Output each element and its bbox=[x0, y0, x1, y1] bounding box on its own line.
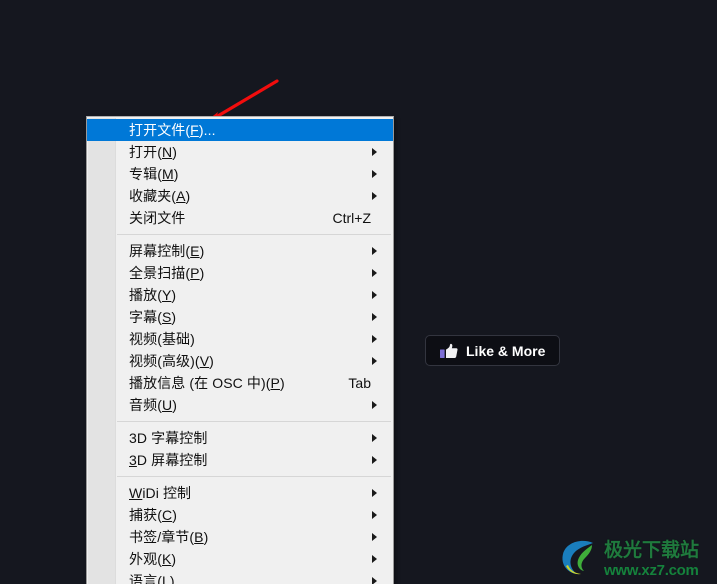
menu-close-file[interactable]: 关闭文件 Ctrl+Z bbox=[87, 207, 393, 229]
menu-open[interactable]: 打开(N) bbox=[87, 141, 393, 163]
submenu-arrow-icon bbox=[372, 357, 377, 365]
site-watermark: 极光下载站 www.xz7.com bbox=[558, 536, 710, 582]
menu-favorites[interactable]: 收藏夹(A) bbox=[87, 185, 393, 207]
submenu-arrow-icon bbox=[372, 533, 377, 541]
menu-3d-screen-control[interactable]: 3D 屏幕控制 bbox=[87, 449, 393, 471]
menu-panorama-scan[interactable]: 全景扫描(P) bbox=[87, 262, 393, 284]
menu-separator bbox=[117, 234, 391, 235]
menu-playback[interactable]: 播放(Y) bbox=[87, 284, 393, 306]
submenu-arrow-icon bbox=[372, 434, 377, 442]
like-and-more-button[interactable]: Like & More bbox=[425, 335, 561, 366]
menu-item-label: 字幕(S) bbox=[129, 309, 177, 325]
menu-item-label: 视频(基础) bbox=[129, 331, 195, 347]
submenu-arrow-icon bbox=[372, 489, 377, 497]
menu-item-label: 书签/章节(B) bbox=[129, 529, 209, 545]
context-menu[interactable]: 打开文件(F)... 打开(N) 专辑(M) 收藏夹(A) 关闭文件 Ctrl+Z 屏幕控制… bbox=[86, 116, 394, 584]
submenu-arrow-icon bbox=[372, 170, 377, 178]
submenu-arrow-icon bbox=[372, 456, 377, 464]
watermark-url: www.xz7.com bbox=[604, 561, 699, 579]
menu-audio[interactable]: 音频(U) bbox=[87, 394, 393, 416]
menu-item-label: 屏幕控制(E) bbox=[129, 243, 205, 259]
menu-separator bbox=[117, 476, 391, 477]
menu-item-label: 音频(U) bbox=[129, 397, 177, 413]
menu-item-label: 视频(高级)(V) bbox=[129, 353, 214, 369]
menu-open-file[interactable]: 打开文件(F)... bbox=[87, 119, 393, 141]
like-and-more-label: Like & More bbox=[466, 342, 546, 359]
menu-widi-control[interactable]: WiDi 控制 bbox=[87, 482, 393, 504]
watermark-text: 极光下载站 www.xz7.com bbox=[604, 541, 699, 578]
menu-item-label: 全景扫描(P) bbox=[129, 265, 205, 281]
menu-appearance[interactable]: 外观(K) bbox=[87, 548, 393, 570]
submenu-arrow-icon bbox=[372, 335, 377, 343]
thumbs-up-icon bbox=[440, 343, 458, 359]
menu-item-label: 3D 屏幕控制 bbox=[129, 452, 208, 468]
menu-capture[interactable]: 捕获(C) bbox=[87, 504, 393, 526]
menu-separator bbox=[117, 421, 391, 422]
menu-item-shortcut: Tab bbox=[348, 375, 371, 391]
menu-item-shortcut: Ctrl+Z bbox=[332, 210, 372, 226]
menu-item-label: 3D 字幕控制 bbox=[129, 430, 208, 446]
submenu-arrow-icon bbox=[372, 401, 377, 409]
menu-screen-control[interactable]: 屏幕控制(E) bbox=[87, 240, 393, 262]
menu-item-label: 关闭文件 bbox=[129, 210, 186, 226]
menu-item-label: 捕获(C) bbox=[129, 507, 177, 523]
menu-video-advanced[interactable]: 视频(高级)(V) bbox=[87, 350, 393, 372]
menu-item-label: 播放(Y) bbox=[129, 287, 177, 303]
submenu-arrow-icon bbox=[372, 555, 377, 563]
submenu-arrow-icon bbox=[372, 313, 377, 321]
submenu-arrow-icon bbox=[372, 148, 377, 156]
menu-subtitles[interactable]: 字幕(S) bbox=[87, 306, 393, 328]
menu-item-label: 外观(K) bbox=[129, 551, 177, 567]
menu-item-label: 语言(L) bbox=[129, 573, 175, 584]
menu-item-label: 打开文件(F)... bbox=[129, 122, 216, 138]
menu-item-label: 专辑(M) bbox=[129, 166, 179, 182]
menu-3d-subtitle-control[interactable]: 3D 字幕控制 bbox=[87, 427, 393, 449]
menu-item-label: WiDi 控制 bbox=[129, 485, 192, 501]
menu-item-label: 收藏夹(A) bbox=[129, 188, 191, 204]
menu-language[interactable]: 语言(L) bbox=[87, 570, 393, 584]
menu-item-label: 播放信息 (在 OSC 中)(P) bbox=[129, 375, 285, 391]
menu-item-label: 打开(N) bbox=[129, 144, 177, 160]
submenu-arrow-icon bbox=[372, 269, 377, 277]
submenu-arrow-icon bbox=[372, 511, 377, 519]
menu-video-basic[interactable]: 视频(基础) bbox=[87, 328, 393, 350]
menu-bookmark-chapter[interactable]: 书签/章节(B) bbox=[87, 526, 393, 548]
submenu-arrow-icon bbox=[372, 192, 377, 200]
menu-playback-info[interactable]: 播放信息 (在 OSC 中)(P) Tab bbox=[87, 372, 393, 394]
jiguang-logo-icon bbox=[558, 536, 600, 583]
submenu-arrow-icon bbox=[372, 247, 377, 255]
watermark-brand: 极光下载站 bbox=[604, 539, 700, 561]
submenu-arrow-icon bbox=[372, 577, 377, 584]
menu-album[interactable]: 专辑(M) bbox=[87, 163, 393, 185]
submenu-arrow-icon bbox=[372, 291, 377, 299]
menu-item-list: 打开文件(F)... 打开(N) 专辑(M) 收藏夹(A) 关闭文件 Ctrl+Z 屏幕控制… bbox=[87, 119, 393, 584]
